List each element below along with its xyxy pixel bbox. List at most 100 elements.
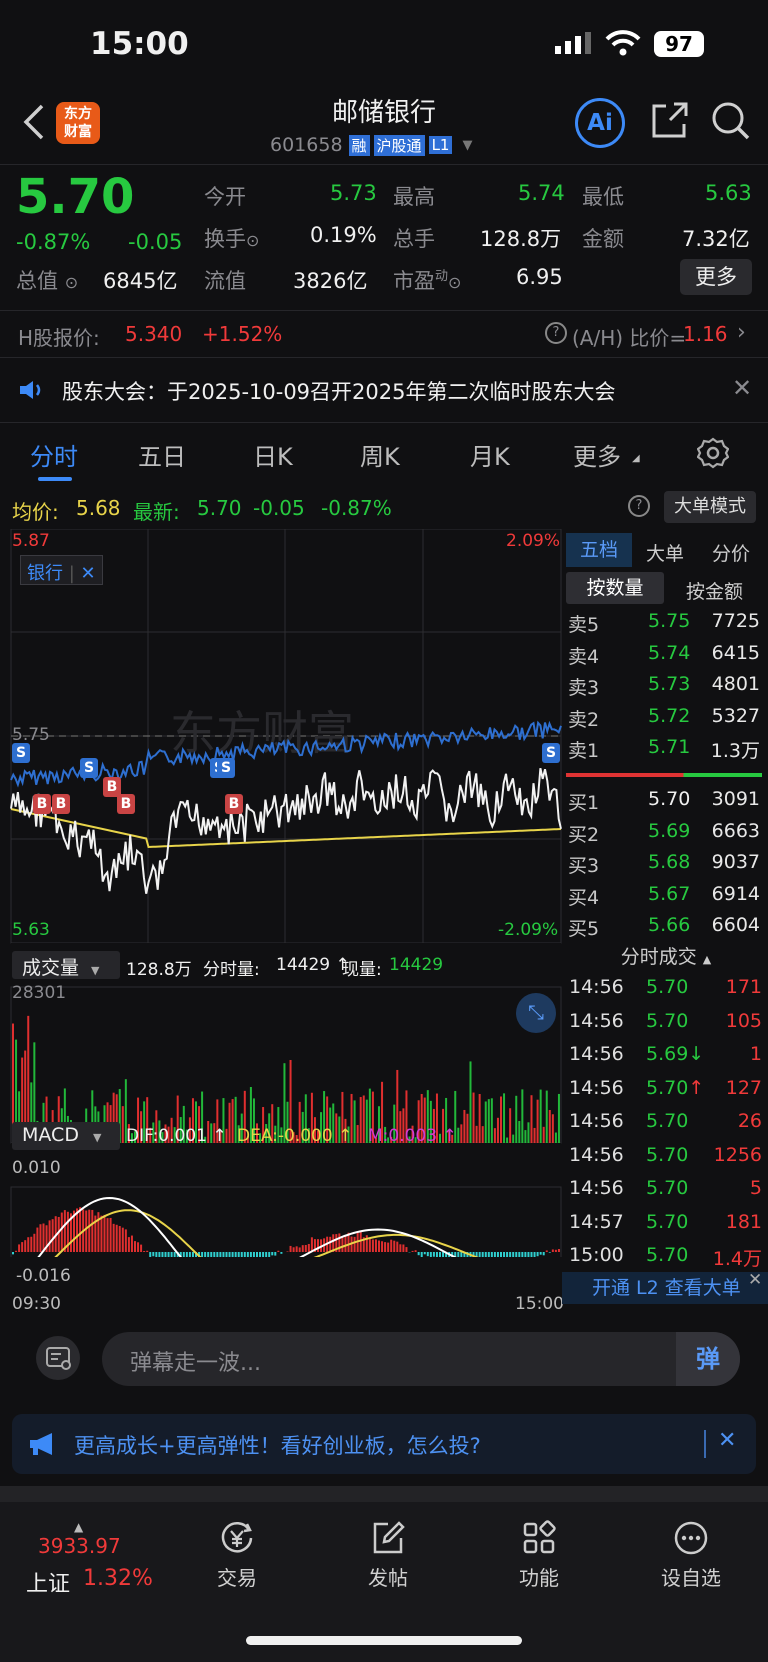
buy-marker[interactable]: B: [52, 794, 70, 814]
danmu-input[interactable]: 弹幕走一波... 弹: [102, 1332, 740, 1386]
more-button[interactable]: 更多: [680, 259, 752, 295]
help-icon[interactable]: ?: [545, 322, 567, 344]
index-widget[interactable]: ▲ 3933.97 上证 1.32%: [0, 1520, 170, 1600]
buy-marker[interactable]: B: [33, 794, 51, 814]
ah-label: (A/H) 比价=: [572, 326, 687, 350]
macd-bar: [30, 1236, 33, 1252]
sector-tag[interactable]: 银行 | ✕: [20, 555, 103, 585]
macd-bar: [551, 1249, 554, 1252]
macd-bar: [210, 1252, 213, 1257]
macd-bar: [155, 1252, 158, 1257]
tick-time: 14:56: [569, 1177, 624, 1199]
buy-marker[interactable]: B: [117, 794, 135, 814]
sell-marker[interactable]: S: [217, 758, 235, 778]
level-volume: 5327: [711, 704, 760, 727]
share-icon[interactable]: [650, 100, 690, 144]
gear-icon[interactable]: [696, 437, 730, 473]
mcap-label[interactable]: 总值 ⊙: [16, 265, 78, 295]
macd-bar: [152, 1252, 155, 1257]
close-icon[interactable]: ✕: [748, 1270, 762, 1290]
stock-code-row[interactable]: 601658 融 沪股通 L1 ▼: [270, 133, 472, 157]
yen-icon: [221, 1522, 253, 1553]
tick-price: 5.70: [646, 1009, 689, 1032]
danmu-placeholder: 弹幕走一波...: [130, 1351, 261, 1376]
level-volume: 7725: [711, 610, 760, 632]
macd-bar: [173, 1252, 176, 1257]
tab-5day[interactable]: 五日: [138, 437, 186, 472]
buy-marker[interactable]: B: [225, 794, 243, 814]
fen-value: 14429 ↑: [276, 955, 350, 975]
sell-marker[interactable]: S: [542, 743, 560, 763]
macd-bar: [371, 1239, 374, 1252]
ticks-title[interactable]: 分时成交 ▲: [566, 942, 766, 969]
tag-l1: L1: [428, 136, 453, 154]
last-price: 5.70: [16, 169, 135, 225]
macd-bar: [515, 1252, 518, 1257]
by-amount-button[interactable]: 按金额: [686, 577, 743, 604]
tab-intraday[interactable]: 分时: [30, 437, 78, 472]
macd-bar: [481, 1252, 484, 1257]
macd-bar: [301, 1245, 304, 1252]
nav-trade[interactable]: 交易: [182, 1520, 292, 1591]
macd-bar: [341, 1236, 344, 1252]
pe-label[interactable]: 市盈动⊙: [393, 265, 461, 295]
ai-button[interactable]: Ai: [575, 98, 625, 148]
pct-min-label: -2.09%: [498, 920, 559, 940]
tab-weekk[interactable]: 周K: [360, 437, 400, 472]
hshare-row[interactable]: H股报价: 5.340 +1.52% ? (A/H) 比价= 1.16 ›: [0, 311, 768, 357]
volume-selector[interactable]: 成交量 ▼: [12, 951, 120, 979]
macd-bar: [439, 1252, 441, 1257]
l2-banner[interactable]: 开通 L2 查看大单: [562, 1272, 768, 1304]
nav-post[interactable]: 发帖: [333, 1520, 443, 1591]
search-icon[interactable]: [710, 100, 752, 146]
macd-bar: [353, 1236, 356, 1252]
close-icon[interactable]: ✕: [732, 374, 752, 402]
y-min-label: 5.63: [12, 920, 50, 940]
danmu-settings-icon[interactable]: [36, 1336, 80, 1380]
now-value: 14429: [389, 955, 444, 975]
macd-bar: [63, 1210, 66, 1252]
help-icon[interactable]: ?: [628, 495, 650, 517]
tab-price-dist[interactable]: 分价: [712, 539, 750, 566]
macd-bar: [91, 1209, 94, 1252]
bigorder-mode-button[interactable]: 大单模式: [664, 491, 756, 523]
tab-more[interactable]: 更多: [573, 437, 621, 472]
macd-bar: [130, 1235, 133, 1252]
macd-bar: [124, 1229, 127, 1252]
nav-header: 东方 财富 邮储银行 601658 融 沪股通 L1 ▼ Ai: [0, 86, 768, 164]
tab-dayk[interactable]: 日K: [253, 437, 293, 472]
dif-line: [37, 1196, 457, 1257]
macd-bar: [277, 1250, 280, 1252]
macd-bar: [271, 1252, 274, 1256]
nav-function[interactable]: 功能: [484, 1520, 594, 1591]
macd-bar: [100, 1215, 103, 1252]
ad-banner[interactable]: 更高成长+更高弹性！看好创业板，怎么投? ✕: [12, 1414, 756, 1474]
orderbook-tabs: 五档 大单 分价: [562, 531, 768, 571]
tab-monthk[interactable]: 月K: [470, 437, 510, 472]
macd-bar: [539, 1252, 542, 1255]
level-price: 5.74: [648, 641, 691, 664]
by-quantity-button[interactable]: 按数量: [566, 572, 664, 604]
macd-bar: [185, 1252, 188, 1257]
danmu-send-button[interactable]: 弹: [676, 1332, 740, 1386]
dea-line: [54, 1209, 479, 1257]
close-icon[interactable]: ✕: [718, 1428, 736, 1453]
time-end: 15:00: [515, 1294, 564, 1314]
turnover-label[interactable]: 换手⊙: [204, 223, 259, 253]
macd-bar: [48, 1220, 51, 1252]
volume-selector-label: 成交量: [22, 957, 80, 979]
nav-add-watchlist[interactable]: 设自选: [636, 1520, 746, 1591]
expand-icon[interactable]: ⤡: [516, 993, 556, 1033]
close-icon[interactable]: ✕: [81, 563, 96, 584]
tick-price: 5.70: [646, 976, 689, 998]
tab-five-levels[interactable]: 五档: [566, 533, 632, 567]
tick-time: 14:56: [569, 1143, 624, 1166]
macd-selector[interactable]: MACD ▼: [12, 1122, 120, 1150]
sell-marker[interactable]: S: [80, 758, 98, 778]
sell-marker[interactable]: S: [12, 743, 30, 763]
macd-bar: [18, 1244, 21, 1252]
macd-bar: [36, 1227, 39, 1252]
tick-time: 15:00: [569, 1244, 624, 1266]
notice-bar[interactable]: 股东大会：于2025-10-09召开2025年第二次临时股东大会 ✕: [0, 358, 768, 422]
tab-big-orders[interactable]: 大单: [646, 539, 684, 566]
